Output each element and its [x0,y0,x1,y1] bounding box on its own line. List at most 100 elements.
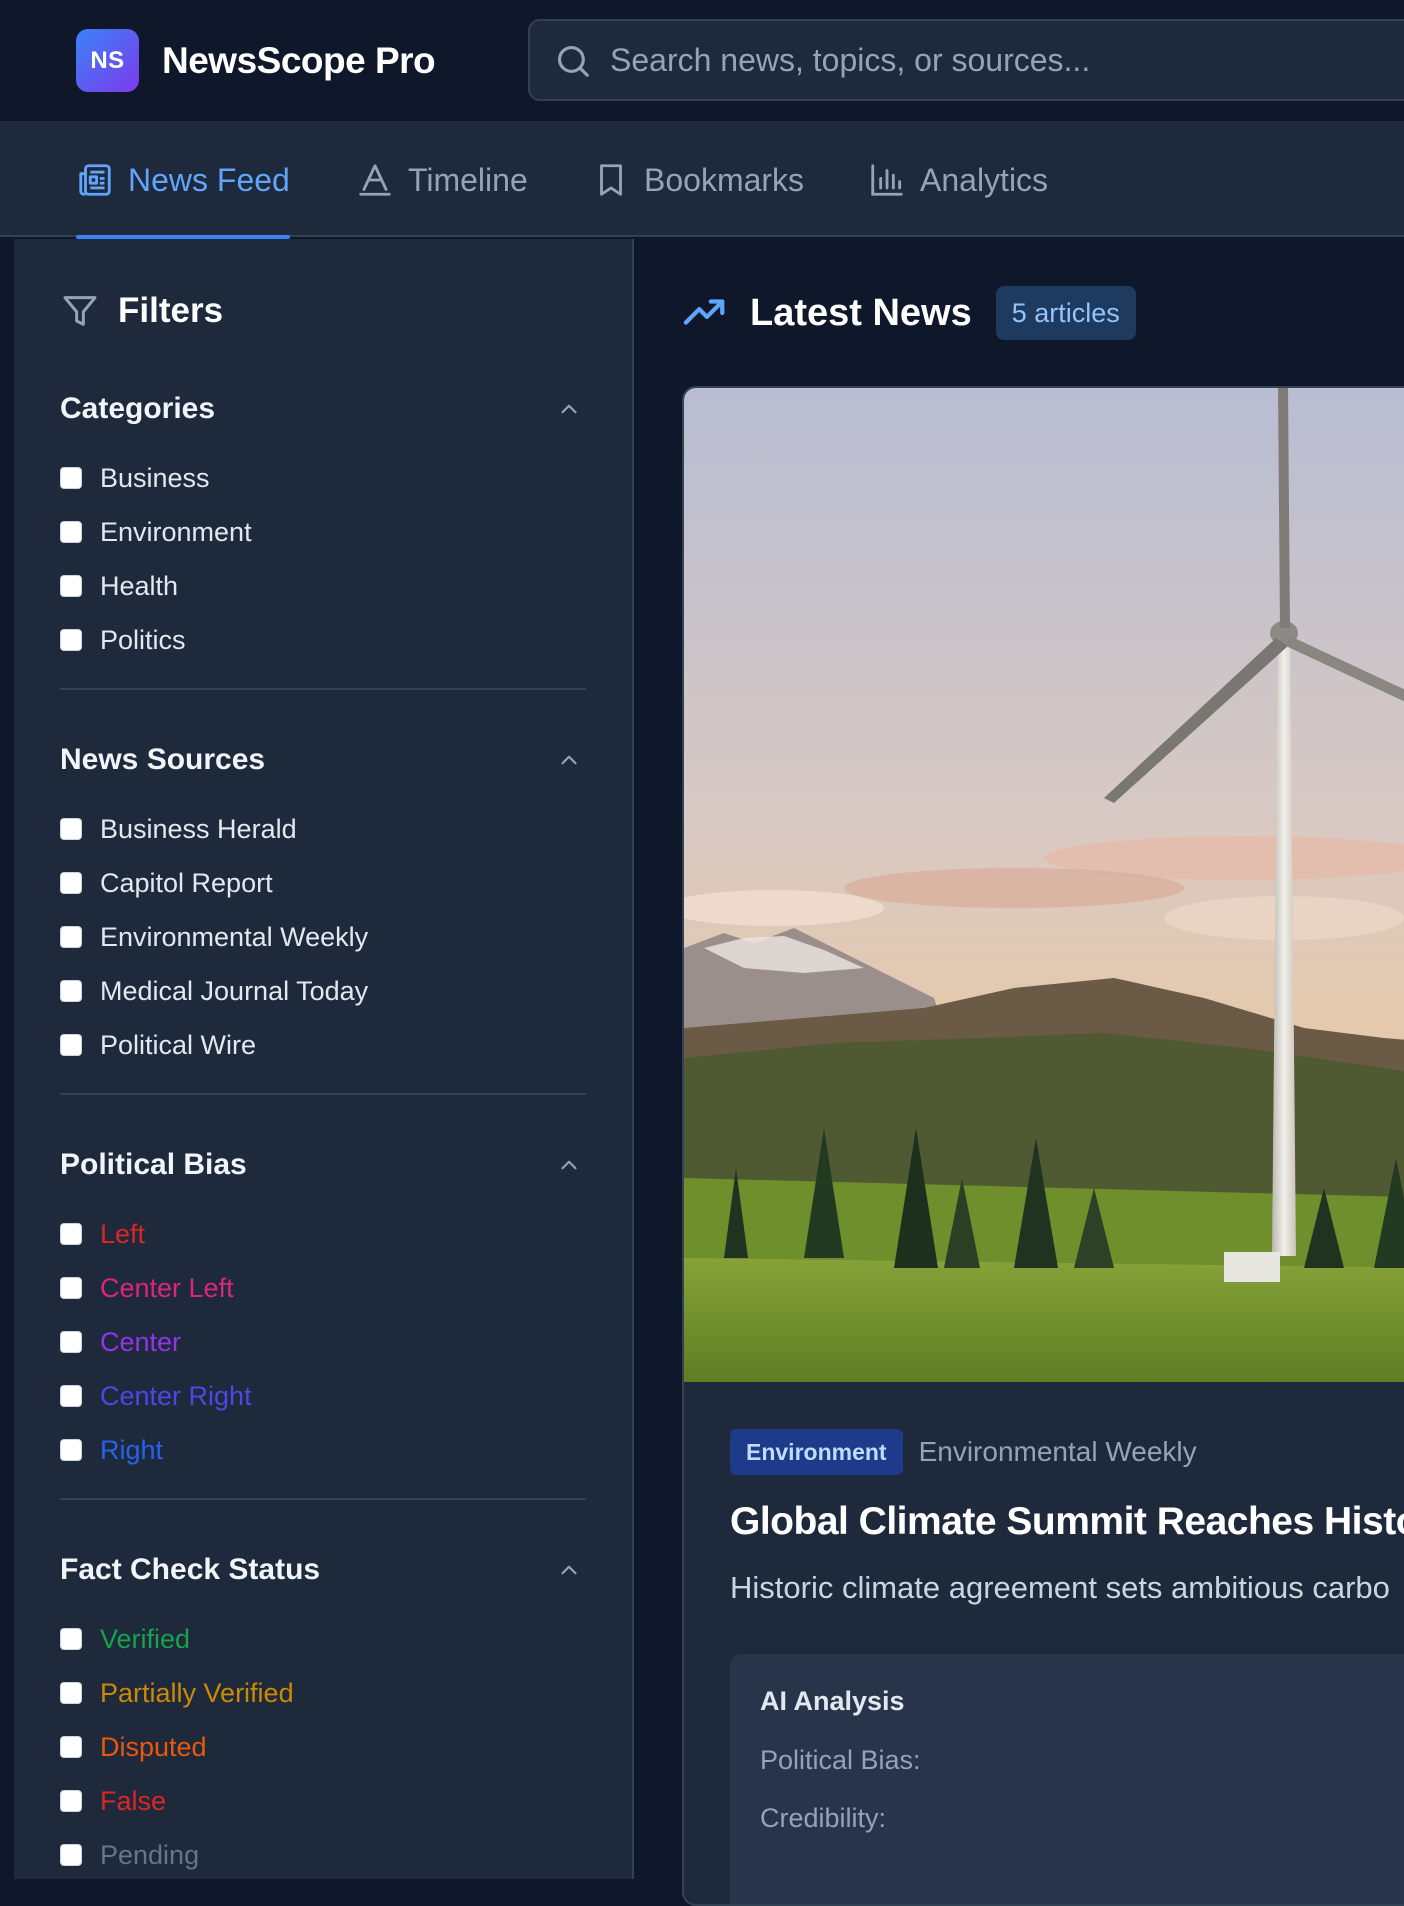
app-title: NewsScope Pro [162,40,436,81]
checkbox[interactable] [60,1277,82,1299]
filter-option-center[interactable]: Center [60,1315,586,1369]
tab-timeline[interactable]: Timeline [356,123,528,237]
filter-option-pending[interactable]: Pending [60,1828,586,1882]
search-input[interactable] [610,21,1390,99]
tab-bookmarks[interactable]: Bookmarks [592,123,804,237]
logo-initials: NS [90,46,125,74]
option-label: Political Wire [100,1029,257,1060]
tab-analytics[interactable]: Analytics [868,123,1048,237]
filter-option-disputed[interactable]: Disputed [60,1720,586,1774]
article-image[interactable] [684,388,1404,1382]
checkbox[interactable] [60,1331,82,1353]
filter-option-center-left[interactable]: Center Left [60,1261,586,1315]
filter-option-partially-verified[interactable]: Partially Verified [60,1666,586,1720]
checkbox[interactable] [60,872,82,894]
filter-group-political-bias: Political Bias Left Center Left Center C… [60,1145,586,1477]
option-label: Partially Verified [100,1677,294,1708]
tab-label: Timeline [408,161,528,198]
filter-group-header[interactable]: Political Bias [60,1145,586,1185]
main-tabs: News Feed Timeline Bookmarks Analytics [0,123,1404,239]
checkbox[interactable] [60,1223,82,1245]
option-label: Environment [100,516,252,547]
timeline-icon [359,164,391,196]
divider [60,1498,586,1500]
checkbox[interactable] [60,1385,82,1407]
tab-label: Bookmarks [644,161,805,198]
filter-option-politics[interactable]: Politics [60,613,586,667]
filter-option-capitol-report[interactable]: Capitol Report [60,856,586,910]
filter-group-header[interactable]: Categories [60,389,586,429]
option-label: False [100,1785,167,1816]
filters-sidebar: Filters Categories Business Environment … [14,239,634,1879]
filter-option-medical-journal-today[interactable]: Medical Journal Today [60,964,586,1018]
filter-option-environment[interactable]: Environment [60,505,586,559]
filter-option-political-wire[interactable]: Political Wire [60,1018,586,1072]
filter-group-fact-check: Fact Check Status Verified Partially Ver… [60,1550,586,1882]
checkbox[interactable] [60,467,82,489]
filter-option-center-right[interactable]: Center Right [60,1369,586,1423]
ai-analysis-title: AI Analysis [760,1686,905,1716]
option-label: Center [100,1326,182,1357]
checkbox[interactable] [60,1736,82,1758]
filter-option-left[interactable]: Left [60,1207,586,1261]
checkbox[interactable] [60,629,82,651]
filter-group-header[interactable]: Fact Check Status [60,1550,586,1590]
filter-option-environmental-weekly[interactable]: Environmental Weekly [60,910,586,964]
chevron-up-icon [561,1160,577,1170]
chevron-up-icon [561,404,577,414]
checkbox[interactable] [60,1628,82,1650]
filter-group-title: Political Bias [60,1148,247,1181]
tab-news-feed[interactable]: News Feed [76,123,290,239]
checkbox[interactable] [60,1034,82,1056]
filter-option-health[interactable]: Health [60,559,586,613]
credibility-label: Credibility: [760,1803,887,1833]
filter-group-categories: Categories Business Environment Health P… [60,389,586,667]
checkbox[interactable] [60,926,82,948]
app-header: NS NewsScope Pro [0,0,1404,123]
checkbox[interactable] [60,575,82,597]
filter-option-false[interactable]: False [60,1774,586,1828]
option-label: Center Right [100,1380,252,1411]
filter-group-header[interactable]: News Sources [60,740,586,780]
chevron-up-icon [561,1565,577,1575]
filter-option-verified[interactable]: Verified [60,1612,586,1666]
option-label: Pending [100,1839,200,1870]
political-bias-label: Political Bias: [760,1745,921,1775]
article-card[interactable]: Environment Environmental Weekly Global … [682,386,1404,1906]
filter-group-title: Categories [60,392,216,425]
checkbox[interactable] [60,1682,82,1704]
filter-option-business-herald[interactable]: Business Herald [60,802,586,856]
option-label: Politics [100,624,186,655]
filters-title: Filters [118,291,224,330]
search-icon [557,45,589,77]
option-label: Left [100,1218,146,1249]
checkbox[interactable] [60,1790,82,1812]
article-headline[interactable]: Global Climate Summit Reaches Histo [730,1500,1404,1544]
checkbox[interactable] [60,521,82,543]
app-logo[interactable]: NS [76,29,139,92]
bookmark-icon [600,164,622,196]
checkbox[interactable] [60,1439,82,1461]
option-label: Capitol Report [100,867,273,898]
category-badge[interactable]: Environment [730,1429,903,1475]
filter-group-title: Fact Check Status [60,1553,321,1586]
option-label: Verified [100,1623,191,1654]
tab-label: News Feed [128,161,290,198]
filter-option-right[interactable]: Right [60,1423,586,1477]
option-label: Business Herald [100,813,297,844]
checkbox[interactable] [60,1844,82,1866]
option-label: Disputed [100,1731,207,1762]
filter-icon [63,296,97,326]
tab-label: Analytics [920,161,1049,198]
option-label: Center Left [100,1272,234,1303]
search-box[interactable] [528,19,1404,101]
filter-group-title: News Sources [60,743,266,776]
filter-option-business[interactable]: Business [60,451,586,505]
article-source[interactable]: Environmental Weekly [919,1436,1197,1468]
checkbox[interactable] [60,980,82,1002]
checkbox[interactable] [60,818,82,840]
option-label: Medical Journal Today [100,975,369,1006]
ai-analysis-panel: AI Analysis Political Bias: Credibility: [730,1654,1404,1904]
chevron-up-icon [561,755,577,765]
trending-up-icon [683,299,725,325]
